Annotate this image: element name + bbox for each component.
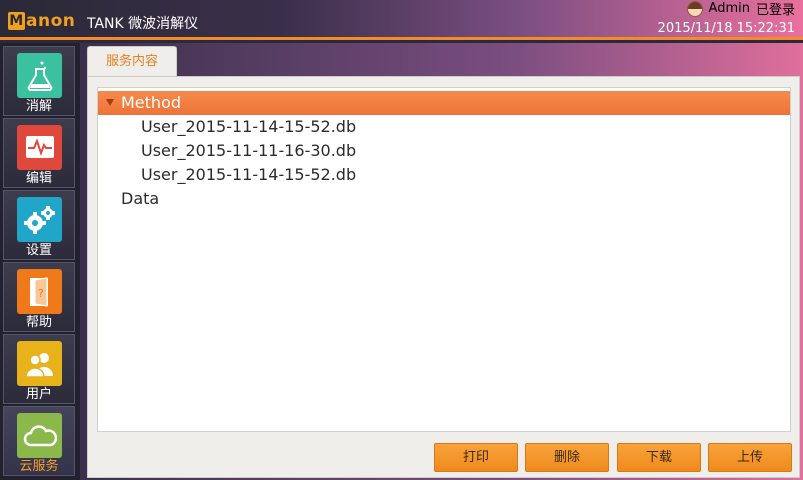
upload-button[interactable]: 上传 — [708, 443, 792, 472]
service-panel: Method User_2015-11-14-15-52.db User_201… — [87, 76, 800, 478]
sidebar-item-label: 编辑 — [25, 171, 52, 186]
sidebar: 消解 编辑 设置 ? 帮助 用户 云服务 — [0, 43, 80, 480]
sidebar-item-label: 消解 — [25, 99, 52, 114]
tree-file-item[interactable]: User_2015-11-14-15-52.db — [98, 163, 790, 187]
tree-node-label: Data — [121, 189, 160, 208]
help-door-icon: ? — [17, 269, 62, 314]
users-icon — [17, 341, 62, 386]
logo-mark: M — [8, 12, 25, 30]
sidebar-item-cloud-service[interactable]: 云服务 — [3, 406, 75, 476]
sidebar-item-label: 设置 — [25, 243, 52, 258]
sidebar-item-edit[interactable]: 编辑 — [3, 118, 75, 188]
login-status: 已登录 — [755, 3, 795, 18]
expand-caret-icon[interactable] — [106, 99, 114, 106]
file-tree[interactable]: Method User_2015-11-14-15-52.db User_201… — [97, 87, 791, 432]
tree-node-method[interactable]: Method — [98, 91, 790, 115]
sidebar-item-users[interactable]: 用户 — [3, 334, 75, 404]
sidebar-item-help[interactable]: ? 帮助 — [3, 262, 75, 332]
top-bar: M anon TANK 微波消解仪 Admin 已登录 2015/11/18 1… — [0, 0, 803, 40]
chart-edit-icon — [17, 125, 62, 170]
tree-file-item[interactable]: User_2015-11-14-15-52.db — [98, 115, 790, 139]
datetime: 2015/11/18 15:22:31 — [657, 21, 795, 36]
sidebar-item-digestion[interactable]: 消解 — [3, 46, 75, 116]
logo-text: anon — [26, 11, 76, 31]
tab-service-content[interactable]: 服务内容 — [87, 46, 177, 78]
flask-icon — [17, 53, 62, 98]
delete-button[interactable]: 删除 — [525, 443, 609, 472]
tree-file-label: User_2015-11-14-15-52.db — [141, 117, 357, 136]
brand-logo: M anon — [8, 10, 75, 32]
download-button[interactable]: 下载 — [617, 443, 701, 472]
svg-text:?: ? — [38, 287, 44, 300]
sidebar-item-settings[interactable]: 设置 — [3, 190, 75, 260]
print-button[interactable]: 打印 — [434, 443, 518, 472]
gears-icon — [17, 197, 62, 242]
tree-file-label: User_2015-11-11-16-30.db — [141, 141, 357, 160]
app-title: TANK 微波消解仪 — [87, 16, 199, 32]
tree-file-item[interactable]: User_2015-11-11-16-30.db — [98, 139, 790, 163]
tree-file-label: User_2015-11-14-15-52.db — [141, 165, 357, 184]
sidebar-item-label: 帮助 — [25, 315, 52, 330]
main-area: 服务内容 Method User_2015-11-14-15-52.db Use… — [80, 43, 803, 480]
sidebar-item-label: 云服务 — [19, 459, 59, 474]
user-status: Admin 已登录 — [645, 0, 795, 18]
user-avatar-icon — [686, 0, 703, 17]
tree-node-data[interactable]: Data — [98, 187, 790, 211]
tree-node-label: Method — [121, 93, 182, 112]
sidebar-item-label: 用户 — [25, 387, 52, 402]
cloud-icon — [17, 413, 62, 458]
user-name: Admin — [708, 1, 750, 16]
